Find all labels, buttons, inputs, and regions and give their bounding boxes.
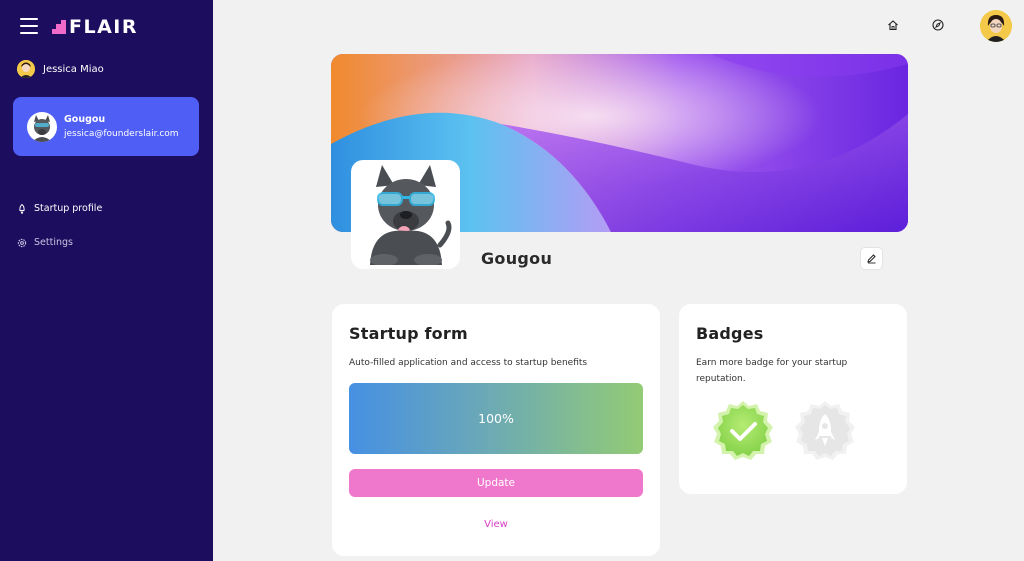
sidebar: FLAIR Jessica Miao Gougou jessica@founde… [0,0,213,561]
progress-label: 100% [478,411,514,426]
description-line: reputation. [696,374,746,384]
startup-switcher-card[interactable]: Gougou jessica@founderslair.com [13,97,199,156]
rocket-badge[interactable] [794,400,856,462]
startup-name: Gougou [64,114,106,125]
progress-bar: 100% [349,383,643,454]
user-name: Jessica Miao [43,63,104,75]
card-description: Auto-filled application and access to st… [349,358,588,368]
logo[interactable]: FLAIR [52,16,138,38]
description-line: Earn more badge for your startup [696,358,848,368]
sidebar-item-settings[interactable]: Settings [17,237,73,248]
checkmark-badge[interactable] [712,400,774,462]
sidebar-item-label: Startup profile [34,203,103,214]
startup-form-card: Startup form Auto-filled application and… [332,304,660,556]
profile-name: Gougou [481,249,553,268]
sidebar-item-label: Settings [34,237,73,248]
home-icon[interactable] [886,18,900,32]
sidebar-item-startup-profile[interactable]: Startup profile [17,203,102,214]
menu-icon[interactable] [20,18,38,34]
view-link[interactable]: View [349,519,643,530]
badges-card: Badges Earn more badge for your startup … [679,304,907,494]
startup-avatar [27,111,57,142]
card-description: Earn more badge for your startup reputat… [696,355,847,387]
startup-logo-image[interactable] [351,160,460,269]
user-avatar [17,60,35,78]
logo-text: FLAIR [69,16,138,38]
pencil-icon [867,254,876,264]
card-title: Badges [696,324,764,343]
rocket-icon [17,203,27,214]
startup-email: jessica@founderslair.com [64,129,179,139]
compass-icon[interactable] [931,18,945,32]
logo-mark-icon [52,20,66,34]
gear-icon [17,238,27,248]
user-avatar[interactable] [980,10,1012,42]
update-button[interactable]: Update [349,469,643,497]
current-user[interactable]: Jessica Miao [17,60,104,78]
card-title: Startup form [349,324,468,343]
edit-profile-button[interactable] [860,247,883,270]
